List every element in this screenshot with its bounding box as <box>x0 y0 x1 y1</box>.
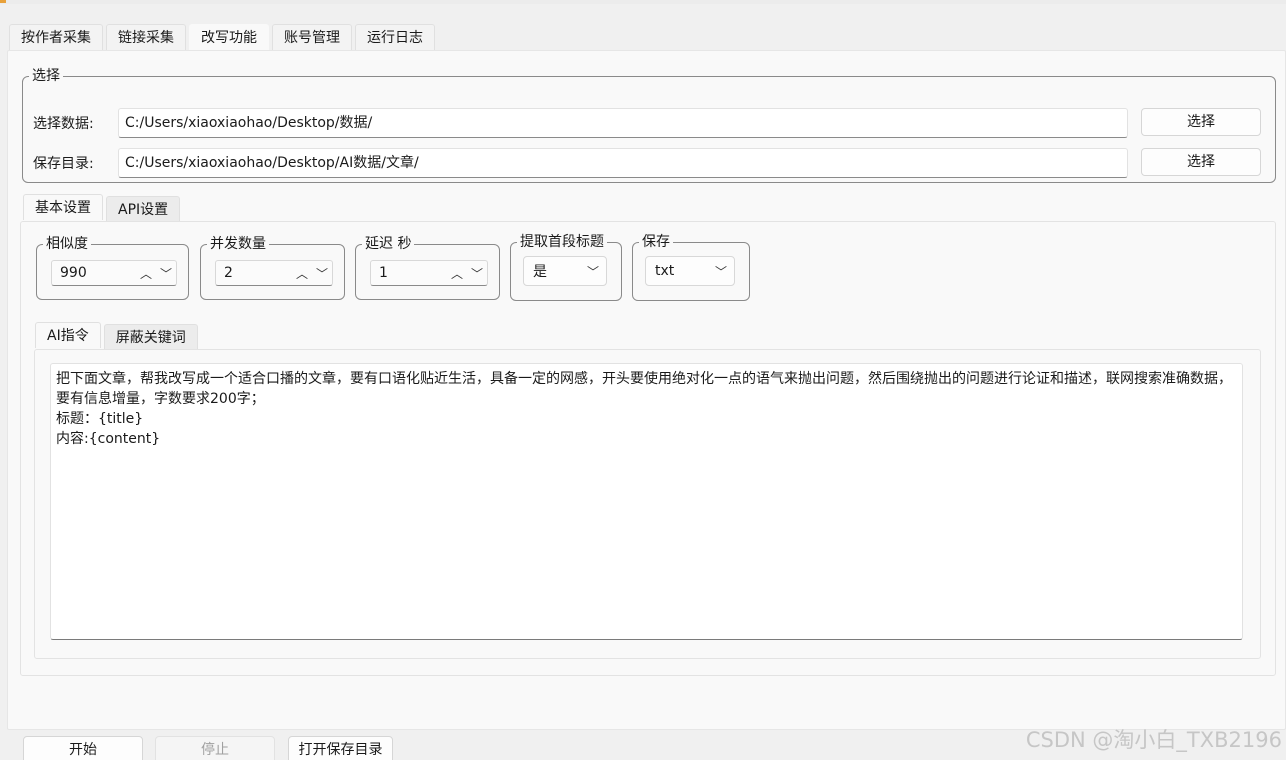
save-format-combo[interactable]: txt ﹀ <box>645 256 735 286</box>
basic-settings-panel: 相似度 990 ︿ ﹀ 并发数量 2 ︿ ﹀ 延迟 秒 1 ︿ ﹀ 提取首段标题… <box>20 221 1276 676</box>
chevron-down-icon: ﹀ <box>714 264 727 279</box>
save-path-input[interactable]: C:/Users/xiaoxiaohao/Desktop/AI数据/文章/ <box>118 148 1128 178</box>
data-path-input[interactable]: C:/Users/xiaoxiaohao/Desktop/数据/ <box>118 108 1128 138</box>
watermark: CSDN @淘小白_TXB2196 <box>1025 728 1282 752</box>
chevron-down-icon: ﹀ <box>586 264 599 279</box>
tab-api-settings[interactable]: API设置 <box>106 196 181 222</box>
stop-button[interactable]: 停止 <box>155 736 275 760</box>
spin-down-icon[interactable]: ﹀ <box>156 265 176 282</box>
data-path-label: 选择数据: <box>33 116 94 132</box>
ai-prompt-textarea[interactable]: 把下面文章，帮我改写成一个适合口播的文章，要有口语化贴近生活，具备一定的网感，开… <box>50 363 1243 640</box>
similarity-group: 相似度 990 ︿ ﹀ <box>36 236 189 300</box>
select-save-dir-button[interactable]: 选择 <box>1141 148 1261 176</box>
open-save-dir-button[interactable]: 打开保存目录 <box>288 736 393 760</box>
extract-title-label: 提取首段标题 <box>520 234 604 250</box>
tab-author-collect[interactable]: 按作者采集 <box>9 24 103 50</box>
similarity-spinbox[interactable]: 990 ︿ ﹀ <box>51 260 177 286</box>
similarity-value: 990 <box>60 265 87 281</box>
tab-blocked-keywords[interactable]: 屏蔽关键词 <box>103 324 198 350</box>
data-path-row: 选择数据: C:/Users/xiaoxiaohao/Desktop/数据/ <box>33 108 1128 138</box>
spin-down-icon[interactable]: ﹀ <box>467 265 487 282</box>
delay-value: 1 <box>379 265 388 281</box>
save-path-row: 保存目录: C:/Users/xiaoxiaohao/Desktop/AI数据/… <box>33 148 1128 178</box>
delay-label: 延迟 秒 <box>365 236 412 252</box>
extract-title-combo[interactable]: 是 ﹀ <box>523 256 607 286</box>
spin-down-icon[interactable]: ﹀ <box>312 265 332 282</box>
rewrite-panel: 选择 选择数据: C:/Users/xiaoxiaohao/Desktop/数据… <box>7 50 1286 760</box>
ai-tab-bar: AI指令 屏蔽关键词 <box>35 322 201 350</box>
delay-group: 延迟 秒 1 ︿ ﹀ <box>355 236 500 300</box>
concurrency-label: 并发数量 <box>210 236 266 252</box>
similarity-label: 相似度 <box>46 236 88 252</box>
tab-account-manage[interactable]: 账号管理 <box>272 24 352 50</box>
concurrency-group: 并发数量 2 ︿ ﹀ <box>200 236 345 300</box>
spin-up-icon[interactable]: ︿ <box>447 265 467 282</box>
tab-basic-settings[interactable]: 基本设置 <box>23 194 103 220</box>
tab-run-log[interactable]: 运行日志 <box>355 24 435 50</box>
select-data-button[interactable]: 选择 <box>1141 108 1261 136</box>
tab-rewrite[interactable]: 改写功能 <box>189 24 269 52</box>
save-format-group: 保存 txt ﹀ <box>632 234 750 301</box>
ai-prompt-panel: 把下面文章，帮我改写成一个适合口播的文章，要有口语化贴近生活，具备一定的网感，开… <box>34 349 1261 659</box>
settings-tab-bar: 基本设置 API设置 <box>23 194 183 222</box>
start-button[interactable]: 开始 <box>23 736 143 760</box>
title-strip <box>0 0 1286 4</box>
spin-up-icon[interactable]: ︿ <box>136 265 156 282</box>
main-tab-bar: 按作者采集 链接采集 改写功能 账号管理 运行日志 <box>9 24 438 52</box>
app-icon <box>0 0 6 3</box>
delay-spinbox[interactable]: 1 ︿ ﹀ <box>370 260 488 286</box>
select-group-title: 选择 <box>32 68 60 84</box>
tab-ai-prompt[interactable]: AI指令 <box>35 322 101 348</box>
concurrency-spinbox[interactable]: 2 ︿ ﹀ <box>215 260 333 286</box>
concurrency-value: 2 <box>224 265 233 281</box>
extract-title-group: 提取首段标题 是 ﹀ <box>510 234 622 301</box>
save-format-label: 保存 <box>642 234 670 250</box>
save-path-label: 保存目录: <box>33 156 94 172</box>
spin-up-icon[interactable]: ︿ <box>292 265 312 282</box>
tab-link-collect[interactable]: 链接采集 <box>106 24 186 50</box>
extract-title-value: 是 <box>533 264 547 280</box>
select-group: 选择 选择数据: C:/Users/xiaoxiaohao/Desktop/数据… <box>22 68 1276 183</box>
save-format-value: txt <box>655 263 675 279</box>
